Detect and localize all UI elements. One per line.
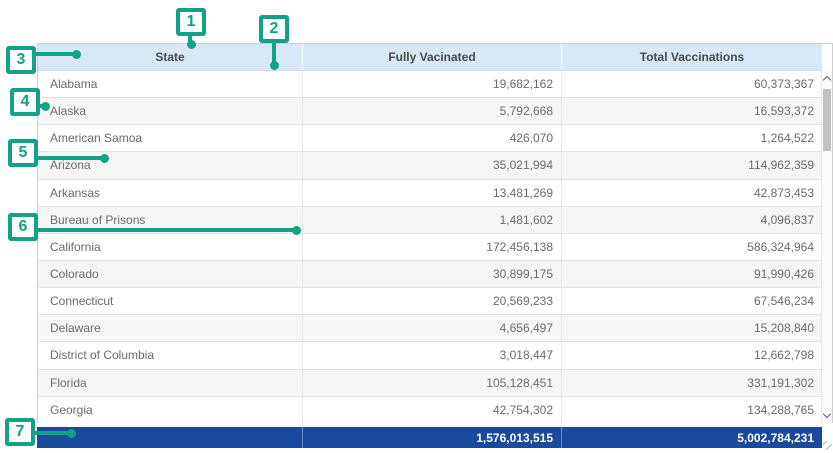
cell-total-vaccinations: 91,990,426 (562, 261, 822, 287)
callout-6: 6 (8, 213, 38, 241)
cell-total-vaccinations: 12,662,798 (562, 342, 822, 368)
callout-1-dot (187, 40, 196, 49)
callout-2-dot (270, 61, 279, 70)
table-row: California172,456,138586,324,964 (38, 234, 822, 261)
cell-state: District of Columbia (38, 342, 303, 368)
cell-total-vaccinations: 586,324,964 (562, 234, 822, 260)
callout-1: 1 (176, 8, 206, 36)
callout-3: 3 (6, 46, 36, 74)
column-header-fully-vaccinated: Fully Vacinated (303, 44, 562, 70)
callout-5: 5 (8, 139, 38, 167)
table-body: Alabama19,682,16260,373,367Alaska5,792,6… (38, 71, 822, 423)
table-row: Connecticut20,569,23367,546,234 (38, 288, 822, 315)
cell-state: Colorado (38, 261, 303, 287)
total-row: 1,576,013,515 5,002,784,231 (37, 427, 822, 448)
cell-fully-vaccinated: 172,456,138 (303, 234, 562, 260)
cell-state: Arkansas (38, 180, 303, 206)
chevron-up-icon (823, 76, 831, 84)
callout-7-connector (34, 431, 70, 435)
callout-3-dot (72, 50, 81, 59)
resize-grip[interactable] (823, 441, 832, 450)
cell-fully-vaccinated: 19,682,162 (303, 71, 562, 97)
cell-fully-vaccinated: 3,018,447 (303, 342, 562, 368)
vaccinations-table: State Fully Vacinated Total Vaccinations… (37, 43, 833, 423)
cell-fully-vaccinated: 20,569,233 (303, 288, 562, 314)
cell-state: Alabama (38, 71, 303, 97)
callout-7: 7 (5, 418, 35, 446)
cell-state: California (38, 234, 303, 260)
cell-total-vaccinations: 114,962,359 (562, 152, 822, 178)
cell-total-vaccinations: 331,191,302 (562, 370, 822, 396)
callout-5-dot (100, 154, 109, 163)
callout-4-dot (41, 102, 50, 111)
callout-7-dot (67, 429, 76, 438)
cell-state: Delaware (38, 315, 303, 341)
chevron-down-icon (823, 410, 831, 418)
cell-fully-vaccinated: 35,021,994 (303, 152, 562, 178)
table-row: Arkansas13,481,26942,873,453 (38, 180, 822, 207)
callout-2-connector (272, 42, 276, 63)
cell-fully-vaccinated: 5,792,668 (303, 98, 562, 124)
cell-fully-vaccinated: 105,128,451 (303, 370, 562, 396)
table-row: Georgia42,754,302134,288,765 (38, 397, 822, 423)
cell-fully-vaccinated: 426,070 (303, 125, 562, 151)
cell-total-vaccinations: 60,373,367 (562, 71, 822, 97)
cell-state: Connecticut (38, 288, 303, 314)
cell-total-vaccinations: 134,288,765 (562, 397, 822, 423)
cell-fully-vaccinated: 30,899,175 (303, 261, 562, 287)
cell-fully-vaccinated: 42,754,302 (303, 397, 562, 423)
table-row: Alabama19,682,16260,373,367 (38, 71, 822, 98)
cell-fully-vaccinated: 1,481,602 (303, 207, 562, 233)
table-row: Florida105,128,451331,191,302 (38, 370, 822, 397)
scrollbar-thumb[interactable] (823, 89, 831, 151)
cell-fully-vaccinated: 13,481,269 (303, 180, 562, 206)
cell-total-vaccinations: 42,873,453 (562, 180, 822, 206)
callout-5-connector (37, 156, 103, 160)
cell-total-vaccinations: 67,546,234 (562, 288, 822, 314)
scroll-up-button[interactable] (822, 71, 832, 86)
callout-6-connector (36, 228, 294, 232)
cell-total-vaccinations: 4,096,837 (562, 207, 822, 233)
column-header-total-vaccinations: Total Vaccinations (562, 44, 822, 70)
cell-total-vaccinations: 1,264,522 (562, 125, 822, 151)
cell-state: Florida (38, 370, 303, 396)
vertical-scrollbar[interactable] (821, 71, 832, 423)
table-row: District of Columbia3,018,44712,662,798 (38, 342, 822, 369)
cell-total-vaccinations: 15,208,840 (562, 315, 822, 341)
cell-state: Alaska (38, 98, 303, 124)
table-row: Delaware4,656,49715,208,840 (38, 315, 822, 342)
cell-total-vaccinations: 16,593,372 (562, 98, 822, 124)
table-row: Colorado30,899,17591,990,426 (38, 261, 822, 288)
table-row: Arizona35,021,994114,962,359 (38, 152, 822, 179)
table-row: Alaska5,792,66816,593,372 (38, 98, 822, 125)
total-cell-total-vaccinations: 5,002,784,231 (561, 427, 822, 448)
callout-3-connector (35, 52, 75, 56)
callout-6-dot (292, 226, 301, 235)
cell-state: American Samoa (38, 125, 303, 151)
screenshot-canvas: State Fully Vacinated Total Vaccinations… (0, 0, 833, 453)
table-row: American Samoa426,0701,264,522 (38, 125, 822, 152)
callout-2: 2 (259, 15, 289, 43)
cell-state: Georgia (38, 397, 303, 423)
scroll-down-button[interactable] (822, 408, 832, 423)
total-cell-fully-vaccinated: 1,576,013,515 (302, 427, 561, 448)
callout-4: 4 (10, 88, 40, 116)
cell-fully-vaccinated: 4,656,497 (303, 315, 562, 341)
table-header-row: State Fully Vacinated Total Vaccinations (38, 44, 822, 71)
total-cell-state (37, 427, 302, 448)
